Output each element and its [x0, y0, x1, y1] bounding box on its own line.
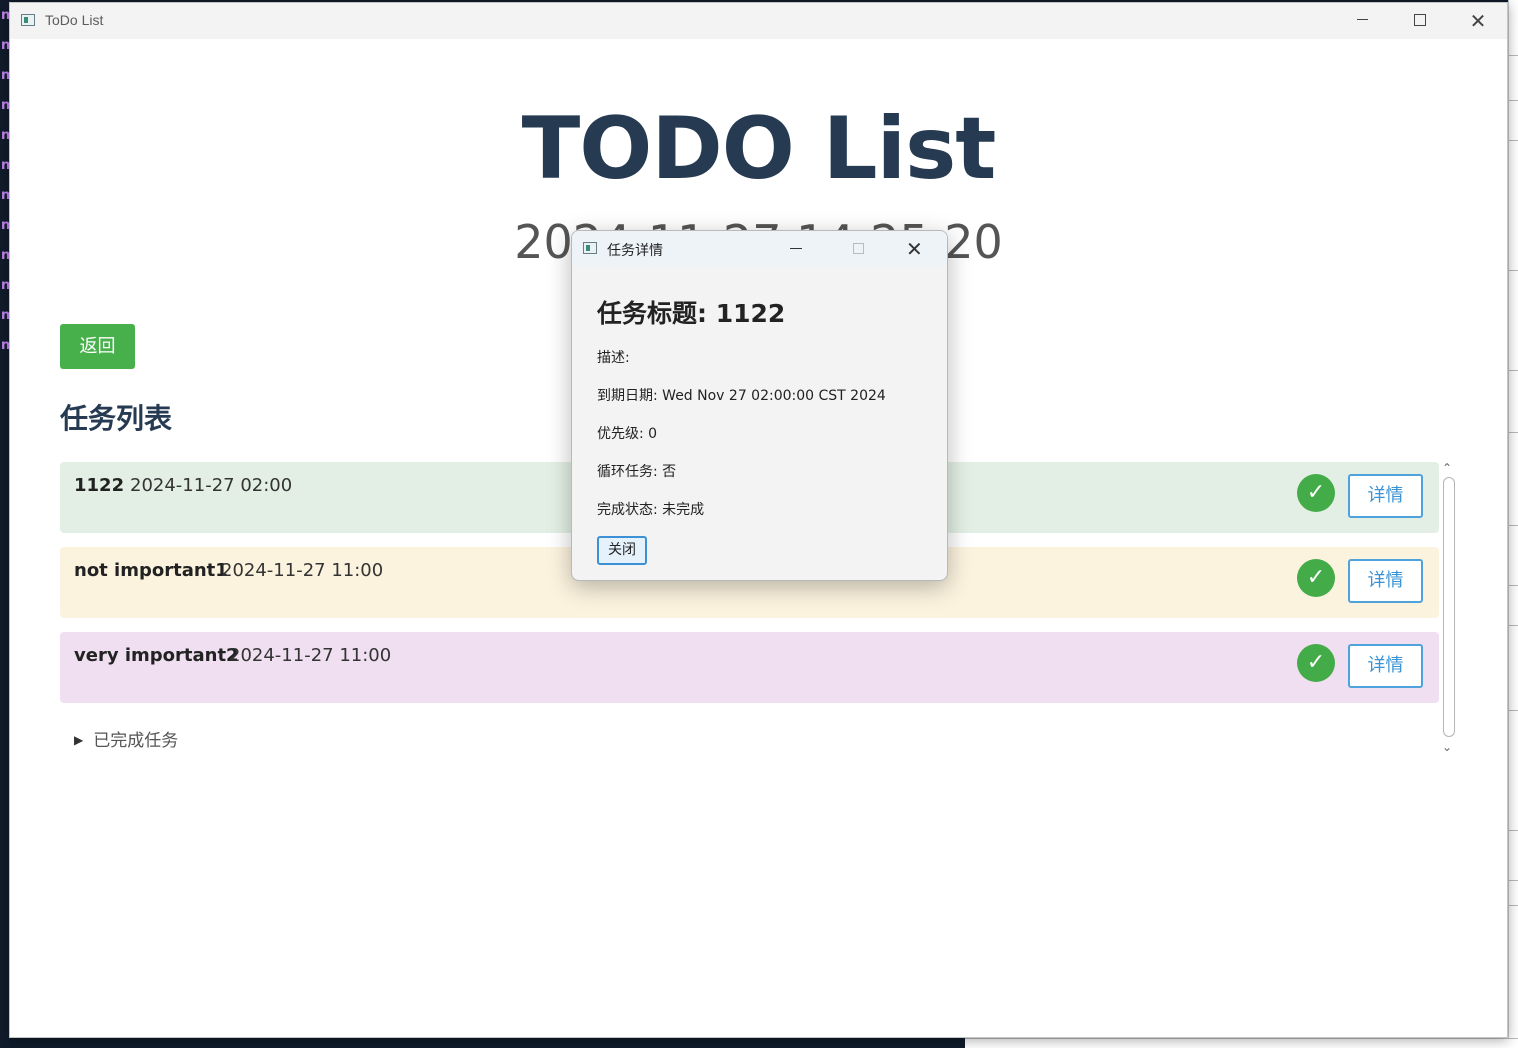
minimize-button[interactable]: [1339, 3, 1385, 39]
scroll-down-icon[interactable]: ⌄: [1442, 740, 1452, 754]
field-description: 描述:: [597, 350, 630, 366]
section-title: 任务列表: [60, 402, 173, 435]
minimize-icon: [1356, 19, 1368, 20]
field-status: 完成状态: 未完成: [597, 502, 705, 518]
field-due-date: 到期日期: Wed Nov 27 02:00:00 CST 2024: [597, 388, 886, 404]
field-recurring: 循环任务: 否: [597, 464, 677, 480]
back-button[interactable]: 返回: [60, 324, 135, 369]
window-title: ToDo List: [45, 12, 104, 28]
app-title: TODO List: [521, 99, 997, 199]
background-editor-bottom: [10, 1038, 965, 1047]
check-icon[interactable]: ✓: [1297, 474, 1335, 512]
expand-arrow-icon: ▶: [74, 733, 84, 747]
completed-tasks-label: 已完成任务: [93, 731, 179, 751]
background-window-right: [1508, 0, 1518, 1047]
dialog-title: 任务详情: [607, 243, 663, 259]
dialog-heading: 任务标题: 1122: [597, 299, 786, 328]
task-detail-dialog: 任务详情 ✕ 任务标题: 1122 描述: 到期日期: Wed Nov 27 0…: [571, 230, 948, 581]
dialog-close-icon[interactable]: ✕: [906, 237, 923, 261]
scroll-up-icon[interactable]: ⌃: [1442, 461, 1452, 475]
close-icon: ✕: [1469, 9, 1487, 33]
app-icon: [21, 14, 35, 26]
detail-button[interactable]: 详情: [1348, 474, 1423, 518]
titlebar: ToDo List ✕: [10, 3, 1507, 39]
dialog-titlebar: 任务详情 ✕: [572, 231, 947, 267]
dialog-maximize-icon: [853, 243, 864, 254]
field-priority: 优先级: 0: [597, 426, 658, 442]
task-row: very important2 2024-11-27 11:00 ✓ 详情: [60, 632, 1439, 703]
dialog-close-button[interactable]: 关闭: [597, 536, 647, 565]
close-button[interactable]: ✕: [1455, 3, 1501, 39]
maximize-icon: [1414, 13, 1426, 26]
task-name: not important1: [74, 560, 228, 581]
completed-tasks-toggle[interactable]: ▶ 已完成任务: [74, 726, 178, 751]
task-name: very important2: [74, 645, 239, 666]
task-date: 2024-11-27 11:00: [221, 560, 384, 581]
task-name: 1122: [74, 475, 125, 496]
dialog-app-icon: [583, 242, 597, 254]
maximize-button[interactable]: [1397, 3, 1443, 39]
check-icon[interactable]: ✓: [1297, 559, 1335, 597]
task-date: 2024-11-27 11:00: [229, 645, 392, 666]
dialog-minimize-icon[interactable]: [790, 248, 802, 249]
task-date: 2024-11-27 02:00: [130, 475, 293, 496]
scrollbar-thumb[interactable]: [1443, 477, 1455, 737]
detail-button[interactable]: 详情: [1348, 644, 1423, 688]
check-icon[interactable]: ✓: [1297, 644, 1335, 682]
detail-button[interactable]: 详情: [1348, 559, 1423, 603]
